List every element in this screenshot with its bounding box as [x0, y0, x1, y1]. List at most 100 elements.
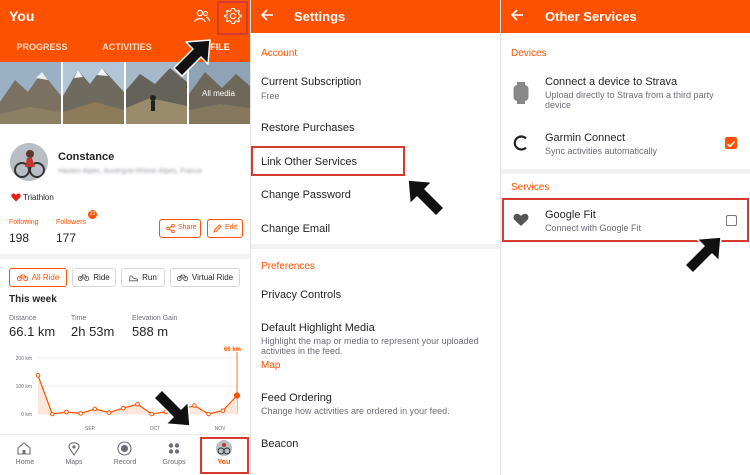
- you-screen: You PROGRESS ACTIVITIES FILE All media C…: [0, 0, 250, 475]
- annotation-arrow-icon: [407, 179, 445, 217]
- share-label: Share: [178, 224, 197, 231]
- garmin-description: Sync activities automatically: [545, 146, 658, 156]
- garmin-icon: [513, 135, 527, 151]
- garmin-checkbox[interactable]: [725, 137, 737, 149]
- filter-all-ride[interactable]: All Ride: [9, 268, 67, 287]
- subscription-value: Free: [261, 91, 280, 101]
- pencil-icon: [213, 224, 222, 233]
- edit-button[interactable]: Edit: [207, 219, 243, 238]
- stat-elevation-label: Elevation Gain: [132, 315, 178, 322]
- chart-point: [220, 408, 226, 413]
- followers-label[interactable]: Followers: [56, 219, 86, 226]
- filter-ride-label: Ride: [93, 273, 110, 282]
- heart-icon: [11, 193, 21, 202]
- following-label[interactable]: Following: [9, 219, 39, 226]
- bike-icon: [176, 274, 188, 281]
- weekly-distance-chart: 200 km100 km0 kmSEP OCT NOV66 km: [16, 347, 241, 432]
- followers-badge: 23: [88, 210, 97, 219]
- stat-distance-value: 66.1 km: [9, 324, 56, 339]
- restore-purchases[interactable]: Restore Purchases: [261, 122, 355, 134]
- nav-record[interactable]: Record: [105, 459, 145, 466]
- filter-all-ride-label: All Ride: [31, 273, 60, 282]
- tab-progress[interactable]: PROGRESS: [8, 42, 76, 52]
- people-icon[interactable]: [194, 9, 210, 23]
- annotation-arrow-icon: [153, 389, 191, 427]
- connect-device[interactable]: Connect a device to Strava: [545, 76, 677, 88]
- stat-time-label: Time: [71, 315, 87, 322]
- chart-point: [206, 411, 211, 417]
- home-icon[interactable]: [17, 442, 31, 455]
- filter-virtual-ride[interactable]: Virtual Ride: [170, 268, 240, 287]
- privacy-controls[interactable]: Privacy Controls: [261, 289, 341, 301]
- followers-count[interactable]: 177: [56, 231, 76, 245]
- nav-maps[interactable]: Maps: [54, 459, 94, 466]
- settings-appbar: Settings: [251, 0, 500, 33]
- change-email[interactable]: Change Email: [261, 223, 330, 235]
- back-arrow-icon[interactable]: [510, 8, 524, 22]
- chart-point: [49, 411, 55, 417]
- services-title: Other Services: [545, 9, 637, 24]
- highlight-box-link-services: [251, 146, 405, 176]
- chart-point: [135, 401, 140, 407]
- devices-header: Devices: [511, 48, 547, 59]
- chart-point: [233, 392, 241, 399]
- beacon[interactable]: Beacon: [261, 438, 298, 450]
- chart-y-tick: 200 km: [16, 356, 32, 362]
- chart-x-tick: NOV: [215, 426, 227, 432]
- chart-point: [120, 405, 126, 411]
- account-header: Account: [261, 48, 298, 59]
- groups-icon[interactable]: [167, 442, 181, 455]
- chart-x-tick: SEP: [85, 426, 96, 432]
- filter-virtual-ride-label: Virtual Ride: [191, 273, 234, 282]
- all-media-label[interactable]: All media: [202, 89, 235, 98]
- athlete-bio: Triathlon: [23, 193, 54, 202]
- nav-groups[interactable]: Groups: [154, 459, 194, 466]
- highlight-box-you: [200, 437, 249, 474]
- athlete-location: Hautes-Alpes, Auvergne-Rhône-Alpes, Fran…: [58, 168, 202, 175]
- feed-ordering[interactable]: Feed Ordering: [261, 392, 332, 404]
- services-appbar: Other Services: [501, 0, 750, 33]
- connect-device-description: Upload directly to Strava from a third p…: [545, 90, 714, 110]
- settings-title: Settings: [294, 9, 346, 24]
- preferences-header: Preferences: [261, 261, 315, 272]
- change-password[interactable]: Change Password: [261, 189, 351, 201]
- map-header: Map: [261, 360, 281, 371]
- stat-distance-label: Distance: [9, 315, 37, 322]
- avatar[interactable]: [10, 143, 48, 181]
- chart-point: [106, 410, 112, 415]
- annotation-arrow-icon: [173, 39, 211, 77]
- filter-run-label: Run: [142, 273, 157, 282]
- back-arrow-icon[interactable]: [260, 8, 274, 22]
- map-pin-icon[interactable]: [68, 442, 80, 456]
- tab-activities[interactable]: ACTIVITIES: [92, 42, 162, 52]
- current-subscription[interactable]: Current Subscription: [261, 76, 361, 88]
- shoe-icon: [129, 275, 139, 281]
- athlete-name: Constance: [58, 151, 115, 163]
- share-icon: [166, 224, 175, 233]
- default-highlight-media[interactable]: Default Highlight Media: [261, 322, 375, 334]
- garmin-connect[interactable]: Garmin Connect: [545, 132, 625, 144]
- bike-icon: [78, 274, 90, 281]
- settings-screen: Settings Account Current Subscription Fr…: [250, 0, 500, 475]
- other-services-screen: Other Services Devices Connect a device …: [500, 0, 750, 475]
- share-button[interactable]: Share: [159, 219, 201, 238]
- annotation-arrow-icon: [684, 236, 722, 274]
- feed-ordering-description: Change how activities are ordered in you…: [261, 406, 450, 416]
- record-icon[interactable]: [117, 441, 132, 456]
- stat-time-value: 2h 53m: [71, 324, 115, 339]
- filter-ride[interactable]: Ride: [72, 268, 116, 287]
- chart-y-tick: 100 km: [16, 384, 32, 390]
- chart-point: [92, 406, 98, 412]
- filter-run[interactable]: Run: [121, 268, 165, 287]
- highlight-box-settings: [217, 1, 248, 35]
- bike-icon: [16, 274, 28, 281]
- week-title: This week: [9, 294, 57, 305]
- chart-area: [38, 375, 237, 414]
- following-count[interactable]: 198: [9, 231, 29, 245]
- edit-label: Edit: [225, 224, 238, 231]
- nav-home[interactable]: Home: [5, 459, 45, 466]
- chart-point: [64, 409, 69, 415]
- chart-y-tick: 0 km: [21, 412, 32, 418]
- page-title: You: [9, 8, 35, 24]
- chart-point: [35, 373, 41, 378]
